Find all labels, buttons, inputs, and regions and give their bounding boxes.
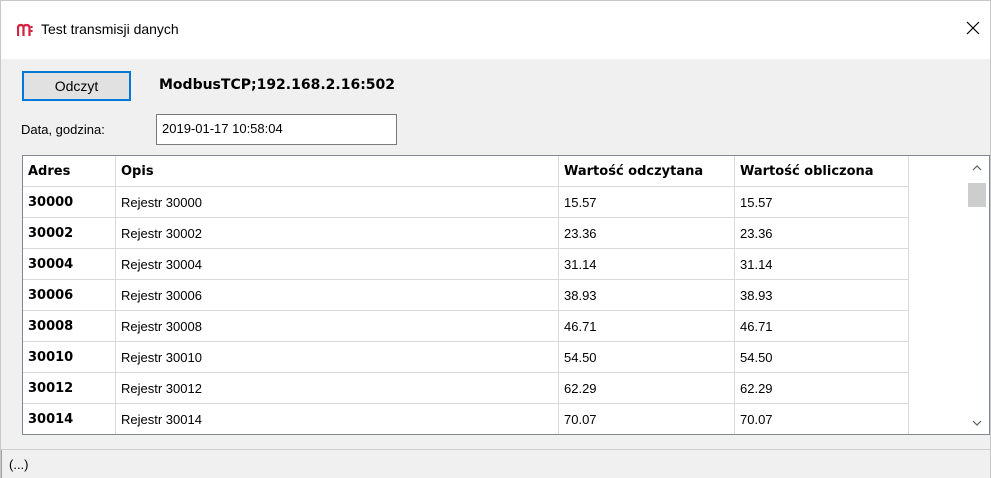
app-logo-icon xyxy=(17,23,33,36)
table-row[interactable]: 30010 Rejestr 30010 54.50 54.50 xyxy=(23,342,909,373)
table-row[interactable]: 30006 Rejestr 30006 38.93 38.93 xyxy=(23,280,909,311)
window-title: Test transmisji danych xyxy=(41,21,179,37)
datetime-field[interactable]: 2019-01-17 10:58:04 xyxy=(156,114,397,145)
scroll-down-button[interactable] xyxy=(964,412,989,434)
chevron-up-icon xyxy=(972,165,981,171)
status-divider xyxy=(1,450,2,478)
read-button[interactable]: Odczyt xyxy=(22,71,131,101)
table-row[interactable]: 30014 Rejestr 30014 70.07 70.07 xyxy=(23,404,909,434)
cell-description: Rejestr 30002 xyxy=(116,218,559,249)
table-header-row: Adres Opis Wartość odczytana Wartość obl… xyxy=(23,156,909,187)
cell-computed-value: 70.07 xyxy=(735,404,909,434)
dialog-window: Test transmisji danych Odczyt ModbusTCP;… xyxy=(0,0,991,478)
cell-description: Rejestr 30004 xyxy=(116,249,559,280)
cell-computed-value: 46.71 xyxy=(735,311,909,342)
cell-computed-value: 23.36 xyxy=(735,218,909,249)
cell-computed-value: 31.14 xyxy=(735,249,909,280)
cell-description: Rejestr 30006 xyxy=(116,280,559,311)
cell-description: Rejestr 30012 xyxy=(116,373,559,404)
column-header-read-value[interactable]: Wartość odczytana xyxy=(559,156,735,187)
cell-read-value: 38.93 xyxy=(559,280,735,311)
table-row[interactable]: 30002 Rejestr 30002 23.36 23.36 xyxy=(23,218,909,249)
cell-description: Rejestr 30000 xyxy=(116,187,559,218)
column-header-computed-value[interactable]: Wartość obliczona xyxy=(735,156,909,187)
cell-computed-value: 54.50 xyxy=(735,342,909,373)
scroll-up-button[interactable] xyxy=(964,157,989,179)
cell-read-value: 70.07 xyxy=(559,404,735,434)
cell-address: 30004 xyxy=(23,249,116,280)
datetime-label: Data, godzina: xyxy=(21,122,105,137)
cell-read-value: 54.50 xyxy=(559,342,735,373)
cell-address: 30014 xyxy=(23,404,116,434)
chevron-down-icon xyxy=(972,420,981,426)
cell-computed-value: 15.57 xyxy=(735,187,909,218)
register-table[interactable]: Adres Opis Wartość odczytana Wartość obl… xyxy=(22,155,990,435)
cell-description: Rejestr 30008 xyxy=(116,311,559,342)
close-icon xyxy=(966,21,980,35)
table-row[interactable]: 30008 Rejestr 30008 46.71 46.71 xyxy=(23,311,909,342)
column-header-address[interactable]: Adres xyxy=(23,156,116,187)
cell-computed-value: 62.29 xyxy=(735,373,909,404)
title-bar: Test transmisji danych xyxy=(1,1,990,59)
cell-description: Rejestr 30014 xyxy=(116,404,559,434)
cell-address: 30008 xyxy=(23,311,116,342)
table-row[interactable]: 30004 Rejestr 30004 31.14 31.14 xyxy=(23,249,909,280)
cell-address: 30000 xyxy=(23,187,116,218)
table-row[interactable]: 30000 Rejestr 30000 15.57 15.57 xyxy=(23,187,909,218)
cell-address: 30002 xyxy=(23,218,116,249)
cell-address: 30010 xyxy=(23,342,116,373)
cell-address: 30006 xyxy=(23,280,116,311)
column-header-description[interactable]: Opis xyxy=(116,156,559,187)
cell-address: 30012 xyxy=(23,373,116,404)
scrollbar-thumb[interactable] xyxy=(968,183,986,207)
cell-description: Rejestr 30010 xyxy=(116,342,559,373)
connection-info: ModbusTCP;192.168.2.16:502 xyxy=(159,77,396,93)
cell-read-value: 15.57 xyxy=(559,187,735,218)
status-text: (...) xyxy=(9,457,29,472)
cell-read-value: 23.36 xyxy=(559,218,735,249)
table-row[interactable]: 30012 Rejestr 30012 62.29 62.29 xyxy=(23,373,909,404)
cell-read-value: 46.71 xyxy=(559,311,735,342)
cell-read-value: 31.14 xyxy=(559,249,735,280)
status-bar: (...) xyxy=(1,449,990,478)
cell-read-value: 62.29 xyxy=(559,373,735,404)
close-button[interactable] xyxy=(956,11,990,45)
vertical-scrollbar[interactable] xyxy=(964,156,989,434)
cell-computed-value: 38.93 xyxy=(735,280,909,311)
